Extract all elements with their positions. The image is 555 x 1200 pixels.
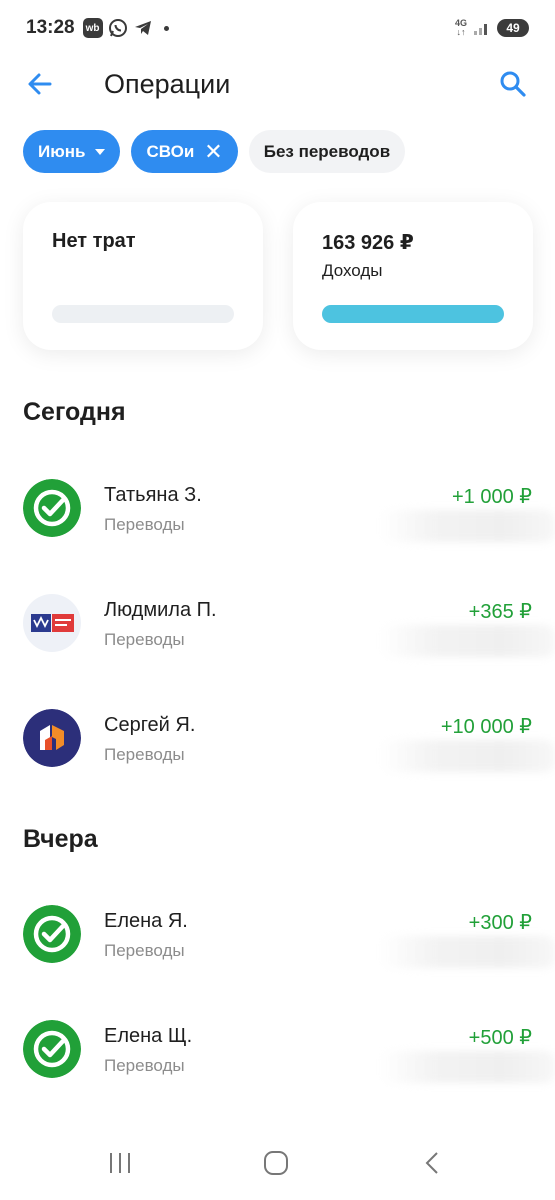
system-back-button[interactable] xyxy=(420,1150,446,1181)
income-label: Доходы xyxy=(322,261,383,280)
summary-cards: Нет трат 163 926 ₽ Доходы xyxy=(23,202,533,350)
section-title-yesterday: Вчера xyxy=(23,825,98,853)
section-title-today: Сегодня xyxy=(23,398,126,426)
operation-name: Елена Щ. xyxy=(104,1025,193,1047)
signal-icon xyxy=(474,24,487,35)
income-progress-fill xyxy=(322,305,504,323)
operation-amount: +10 000 ₽ xyxy=(440,716,532,738)
search-icon xyxy=(500,71,526,97)
expenses-progress-bar xyxy=(52,305,234,323)
operation-name: Людмила П. xyxy=(104,599,217,621)
sber-check-icon xyxy=(23,1020,81,1078)
network-type: 4G ↓↑ xyxy=(454,18,467,37)
income-amount: 163 926 ₽ xyxy=(322,232,414,254)
recent-apps-button[interactable] xyxy=(107,1150,133,1181)
whatsapp-icon xyxy=(108,19,127,37)
home-button[interactable] xyxy=(263,1150,289,1181)
status-system-icons: 4G ↓↑ 49 xyxy=(455,19,529,37)
sber-check-icon xyxy=(23,905,81,963)
battery-indicator: 49 xyxy=(497,19,529,37)
operation-category: Переводы xyxy=(104,1056,185,1075)
no-transfers-chip[interactable]: Без переводов xyxy=(248,130,406,173)
top-app-bar: Операции xyxy=(0,60,555,110)
operation-amount: +365 ₽ xyxy=(468,601,532,623)
operation-amount: +300 ₽ xyxy=(468,912,532,934)
operation-amount: +1 000 ₽ xyxy=(451,486,532,508)
redacted-detail xyxy=(380,1051,555,1083)
month-filter-label: Июнь xyxy=(38,141,86,161)
wildberries-icon: wb xyxy=(82,18,103,38)
chevron-down-icon xyxy=(95,148,106,155)
operation-row[interactable]: Людмила П. Переводы +365 ₽ xyxy=(0,585,555,665)
operation-row[interactable]: Елена Щ. Переводы +500 ₽ xyxy=(0,1011,555,1091)
status-notification-icons: wb xyxy=(82,18,169,38)
no-transfers-label: Без переводов xyxy=(263,141,391,161)
status-bar: 13:28 wb 4G ↓↑ 49 xyxy=(0,0,555,56)
back-button[interactable] xyxy=(24,68,56,100)
redacted-detail xyxy=(380,936,555,968)
recent-apps-icon xyxy=(110,1153,130,1173)
operation-category: Переводы xyxy=(104,941,185,960)
tag-filter-chip[interactable]: СВОи ✕ xyxy=(131,130,238,173)
close-icon[interactable]: ✕ xyxy=(204,140,222,163)
operation-name: Татьяна З. xyxy=(104,484,202,506)
home-icon xyxy=(264,1151,288,1175)
month-filter-chip[interactable]: Июнь xyxy=(23,130,121,173)
operation-amount: +500 ₽ xyxy=(468,1027,532,1049)
redacted-detail xyxy=(380,625,555,657)
telegram-icon xyxy=(134,21,151,35)
operation-row[interactable]: Елена Я. Переводы +300 ₽ xyxy=(0,896,555,976)
tag-filter-label: СВОи xyxy=(146,141,195,161)
operation-category: Переводы xyxy=(104,515,185,534)
bank-logo-icon xyxy=(23,709,81,767)
arrow-left-icon xyxy=(28,73,52,95)
more-notifications-dot xyxy=(163,25,169,31)
operation-category: Переводы xyxy=(104,745,185,764)
operation-category: Переводы xyxy=(104,630,185,649)
search-button[interactable] xyxy=(497,68,529,100)
sber-check-icon xyxy=(23,479,81,537)
income-card[interactable]: 163 926 ₽ Доходы xyxy=(293,202,533,350)
redacted-detail xyxy=(380,740,555,772)
system-navigation-bar xyxy=(0,1130,555,1200)
operation-name: Сергей Я. xyxy=(104,714,196,736)
page-title: Операции xyxy=(104,69,231,99)
expenses-title: Нет трат xyxy=(52,230,136,252)
status-time: 13:28 xyxy=(26,17,75,38)
income-progress-bar xyxy=(322,305,504,323)
operation-row[interactable]: Татьяна З. Переводы +1 000 ₽ xyxy=(0,470,555,550)
pochta-bank-icon xyxy=(23,594,81,652)
operation-name: Елена Я. xyxy=(104,910,188,932)
chevron-left-icon xyxy=(425,1152,438,1174)
expenses-card[interactable]: Нет трат xyxy=(23,202,263,350)
redacted-detail xyxy=(380,510,555,542)
operation-row[interactable]: Сергей Я. Переводы +10 000 ₽ xyxy=(0,700,555,780)
filter-chips: Июнь СВОи ✕ Без переводов xyxy=(23,130,406,173)
